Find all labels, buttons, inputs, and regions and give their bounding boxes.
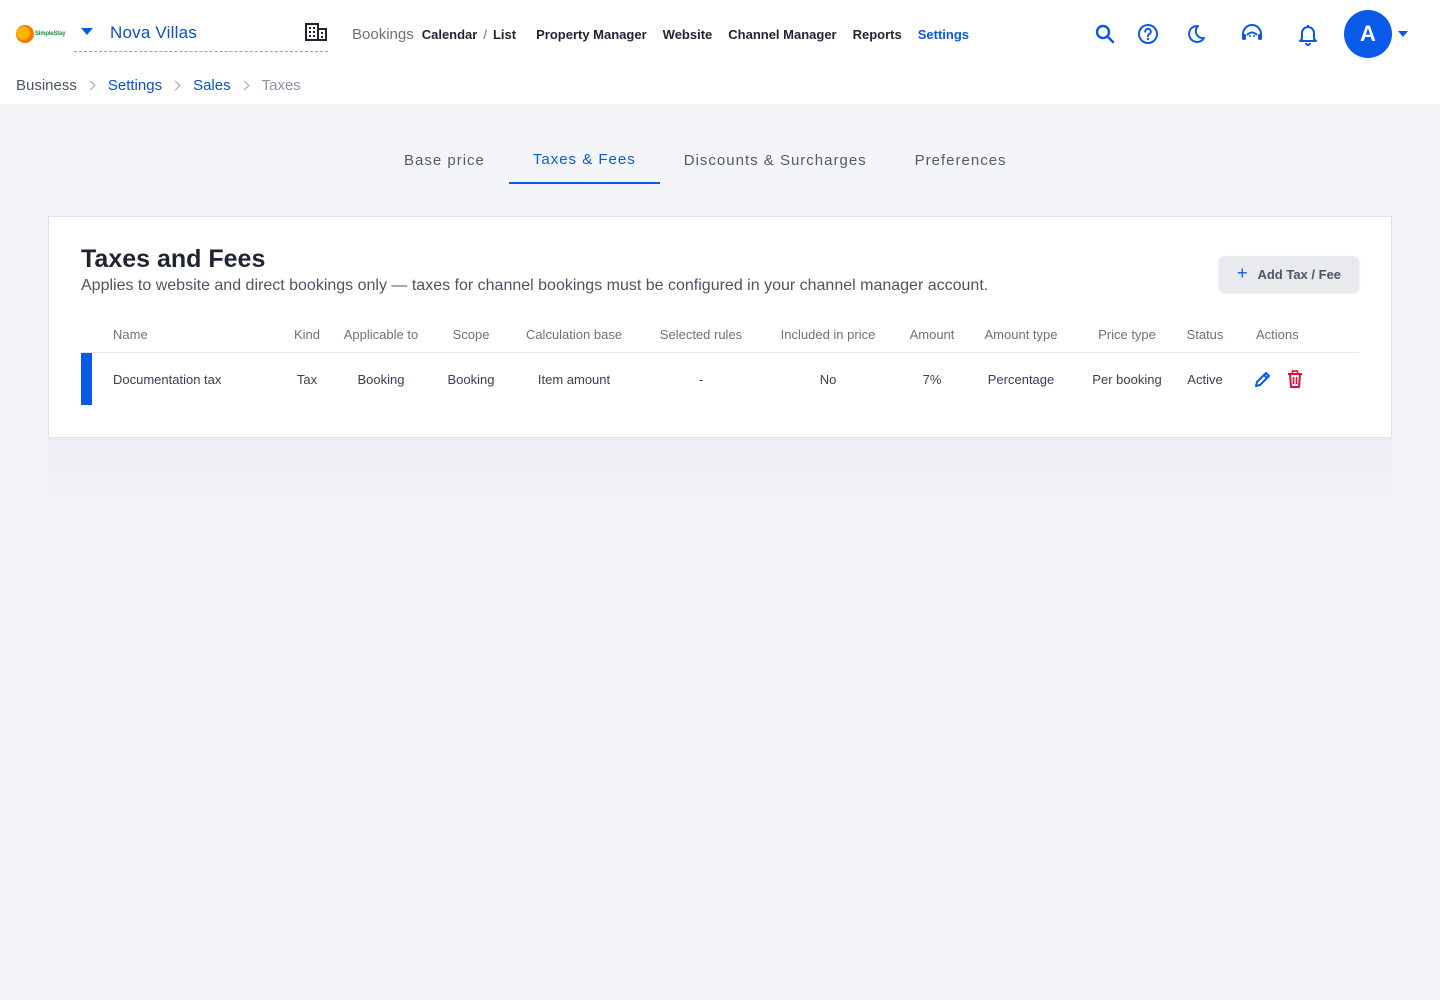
add-tax-fee-button[interactable]: + Add Tax / Fee — [1219, 256, 1359, 292]
dark-mode-icon — [1188, 24, 1205, 43]
avatar-menu-caret-icon[interactable] — [1398, 31, 1408, 37]
top-bar: SimpleStay Nova Villas Bookings Calendar… — [0, 0, 1440, 68]
cell-applicable-to: Booking — [357, 371, 405, 387]
nav-channel-manager[interactable]: Channel Manager — [728, 27, 836, 42]
taxes-table: Name Kind Applicable to Scope Calculatio… — [81, 317, 1359, 405]
nav-list-link[interactable]: List — [493, 27, 516, 42]
property-name: Nova Villas — [110, 22, 197, 42]
logo-wordmark: SimpleStay — [35, 31, 66, 37]
cell-amount: 7% — [922, 371, 942, 387]
breadcrumb-business[interactable]: Business — [16, 77, 77, 94]
nav-reports[interactable]: Reports — [853, 27, 902, 42]
col-scope: Scope — [452, 327, 490, 342]
edit-icon[interactable] — [1253, 369, 1273, 389]
card-title: Taxes and Fees — [81, 245, 266, 273]
col-name: Name — [113, 327, 148, 342]
table-row[interactable]: Documentation tax Tax Booking Booking It… — [81, 353, 1359, 405]
col-kind: Kind — [293, 327, 321, 342]
col-calculation-base: Calculation base — [525, 327, 623, 342]
user-avatar[interactable]: A — [1344, 10, 1392, 58]
table-header: Name Kind Applicable to Scope Calculatio… — [81, 317, 1359, 353]
row-actions — [1253, 353, 1305, 405]
nav-property-manager[interactable]: Property Manager — [536, 27, 647, 42]
logo-mark-icon — [16, 25, 34, 43]
search-button[interactable] — [1093, 22, 1117, 46]
col-selected-rules: Selected rules — [659, 327, 743, 342]
chevron-right-icon — [85, 80, 96, 91]
taxes-fees-card: Taxes and Fees Applies to website and di… — [48, 216, 1392, 438]
add-tax-fee-label: Add Tax / Fee — [1257, 266, 1342, 282]
row-accent-bar — [81, 353, 92, 405]
notifications-icon — [1299, 25, 1317, 46]
cell-calculation-base: Item amount — [537, 371, 611, 387]
delete-icon[interactable] — [1285, 369, 1305, 389]
settings-tabs: Base price Taxes & Fees Discounts & Surc… — [380, 136, 1031, 184]
col-amount-type: Amount type — [984, 327, 1058, 342]
plus-icon: + — [1236, 262, 1248, 283]
tab-base-price[interactable]: Base price — [380, 136, 509, 184]
notifications-button[interactable] — [1296, 22, 1320, 46]
chevron-right-icon — [239, 80, 250, 91]
help-icon — [1138, 24, 1158, 44]
cell-selected-rules: - — [698, 371, 704, 387]
nav-calendar-link[interactable]: Calendar — [422, 27, 478, 42]
caret-down-icon — [81, 27, 93, 35]
dark-mode-toggle[interactable] — [1184, 22, 1208, 46]
breadcrumb: Business Settings Sales Taxes — [16, 77, 301, 94]
card-shadow — [48, 438, 1392, 518]
nav-separator: / — [483, 26, 487, 42]
cell-amount-type: Percentage — [987, 371, 1055, 387]
breadcrumb-sales[interactable]: Sales — [193, 77, 231, 94]
building-icon[interactable] — [305, 23, 327, 41]
chevron-right-icon — [170, 80, 181, 91]
card-subtitle: Applies to website and direct bookings o… — [81, 277, 989, 294]
tab-taxes-fees[interactable]: Taxes & Fees — [508, 136, 660, 184]
support-icon — [1242, 24, 1262, 40]
breadcrumb-bar: Business Settings Sales Taxes — [0, 68, 1440, 104]
main-nav: Bookings Calendar / List Property Manage… — [352, 24, 969, 44]
col-amount: Amount — [909, 327, 955, 342]
breadcrumb-settings[interactable]: Settings — [108, 77, 162, 94]
tab-preferences[interactable]: Preferences — [891, 136, 1031, 184]
nav-website[interactable]: Website — [663, 27, 713, 42]
help-button[interactable] — [1136, 22, 1160, 46]
brand-logo[interactable]: SimpleStay — [16, 24, 68, 44]
col-price-type: Price type — [1098, 327, 1156, 342]
col-actions: Actions — [1256, 327, 1299, 342]
cell-status: Active — [1187, 371, 1223, 387]
nav-settings[interactable]: Settings — [918, 27, 969, 42]
breadcrumb-taxes: Taxes — [261, 77, 301, 94]
col-applicable-to: Applicable to — [343, 327, 419, 342]
cell-scope: Booking — [447, 371, 495, 387]
cell-included-in-price: No — [819, 371, 837, 387]
nav-bookings-label: Bookings — [352, 25, 414, 43]
search-icon — [1095, 24, 1115, 44]
col-status: Status — [1186, 327, 1224, 342]
cell-kind: Tax — [296, 371, 318, 387]
cell-name: Documentation tax — [113, 371, 222, 387]
cell-price-type: Per booking — [1092, 371, 1162, 387]
tab-discounts-surcharges[interactable]: Discounts & Surcharges — [660, 136, 891, 184]
support-button[interactable] — [1240, 22, 1264, 46]
property-selector[interactable]: Nova Villas — [74, 14, 328, 52]
col-included-in-price: Included in price — [780, 327, 876, 342]
